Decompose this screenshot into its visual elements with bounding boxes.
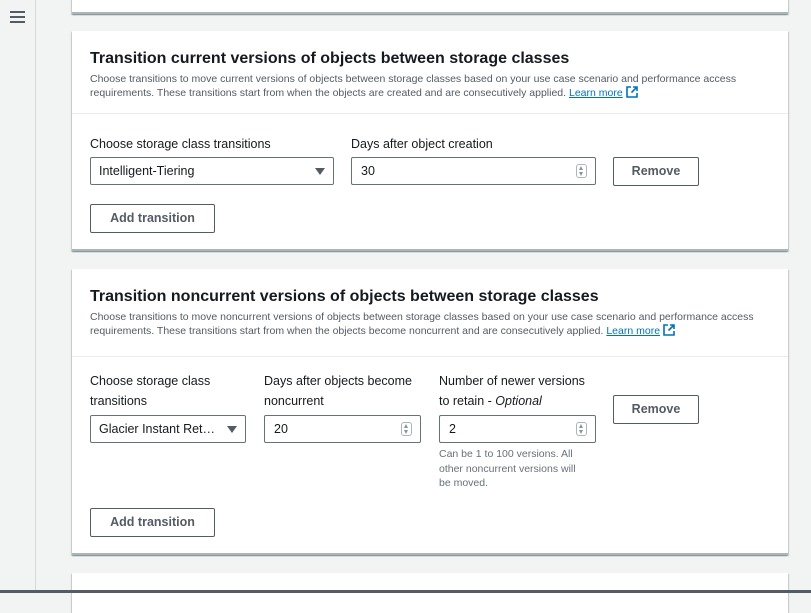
hint-line1: Can be 1 to 100 versions. All <box>439 448 573 460</box>
days-value: 30 <box>361 164 375 178</box>
remove-button[interactable]: Remove <box>613 157 699 186</box>
number-stepper-icon[interactable] <box>576 164 587 178</box>
newer-versions-input[interactable]: 2 <box>439 415 596 443</box>
section-description: Choose transitions to move current versi… <box>90 72 770 100</box>
hint-line3: be moved. <box>439 477 489 489</box>
noncurrent-versions-transition-card: Transition noncurrent versions of object… <box>72 269 788 555</box>
add-transition-button[interactable]: Add transition <box>90 204 215 233</box>
current-versions-transition-card: Transition current versions of objects b… <box>72 31 788 251</box>
storage-class-select[interactable]: Glacier Instant Ret… <box>90 415 246 443</box>
days-after-creation-label: Days after object creation <box>351 137 493 151</box>
optional-tag: Optional <box>495 394 542 408</box>
number-stepper-icon[interactable] <box>401 422 412 436</box>
section-description: Choose transitions to move noncurrent ve… <box>90 310 770 338</box>
newer-versions-label-text: to retain - <box>439 394 496 408</box>
learn-more-link[interactable]: Learn more <box>569 87 623 99</box>
caret-down-icon <box>227 426 237 433</box>
newer-versions-hint: Can be 1 to 100 versions. All other nonc… <box>439 447 576 491</box>
remove-button[interactable]: Remove <box>613 395 699 424</box>
section-title: Transition current versions of objects b… <box>90 50 570 67</box>
days-noncurrent-label-line1: Days after objects become <box>264 374 412 388</box>
days-value: 20 <box>274 422 288 436</box>
storage-class-label: Choose storage class transitions <box>90 371 210 411</box>
next-section-card <box>72 573 788 613</box>
storage-class-label-line2: transitions <box>90 394 147 408</box>
learn-more-link[interactable]: Learn more <box>606 325 660 337</box>
side-navigation <box>0 0 36 593</box>
external-link-icon[interactable] <box>625 86 638 98</box>
days-noncurrent-label: Days after objects become noncurrent <box>264 371 412 411</box>
add-transition-button[interactable]: Add transition <box>90 508 215 537</box>
previous-section-card <box>72 0 788 14</box>
days-noncurrent-input[interactable]: 20 <box>264 415 421 443</box>
newer-versions-label-line1: Number of newer versions <box>439 374 585 388</box>
card-header: Transition current versions of objects b… <box>72 31 788 114</box>
storage-class-selected-value: Glacier Instant Ret… <box>99 422 216 436</box>
storage-class-select[interactable]: Intelligent-Tiering <box>90 157 334 185</box>
days-noncurrent-label-line2: noncurrent <box>264 394 324 408</box>
description-text: Choose transitions to move current versi… <box>90 73 737 99</box>
number-stepper-icon[interactable] <box>576 422 587 436</box>
storage-class-label: Choose storage class transitions <box>90 137 271 151</box>
versions-value: 2 <box>449 422 456 436</box>
storage-class-selected-value: Intelligent-Tiering <box>99 164 195 178</box>
section-title: Transition noncurrent versions of object… <box>90 288 599 305</box>
days-after-creation-input[interactable]: 30 <box>351 157 596 185</box>
newer-versions-label-line2: to retain - Optional <box>439 391 585 411</box>
storage-class-label-line1: Choose storage class <box>90 374 211 388</box>
external-link-icon[interactable] <box>663 324 675 336</box>
hamburger-menu-icon[interactable] <box>10 11 25 25</box>
caret-down-icon <box>315 168 325 175</box>
card-header: Transition noncurrent versions of object… <box>72 269 788 357</box>
hint-line2: other noncurrent versions will <box>439 462 576 475</box>
newer-versions-label: Number of newer versions to retain - Opt… <box>439 371 585 411</box>
